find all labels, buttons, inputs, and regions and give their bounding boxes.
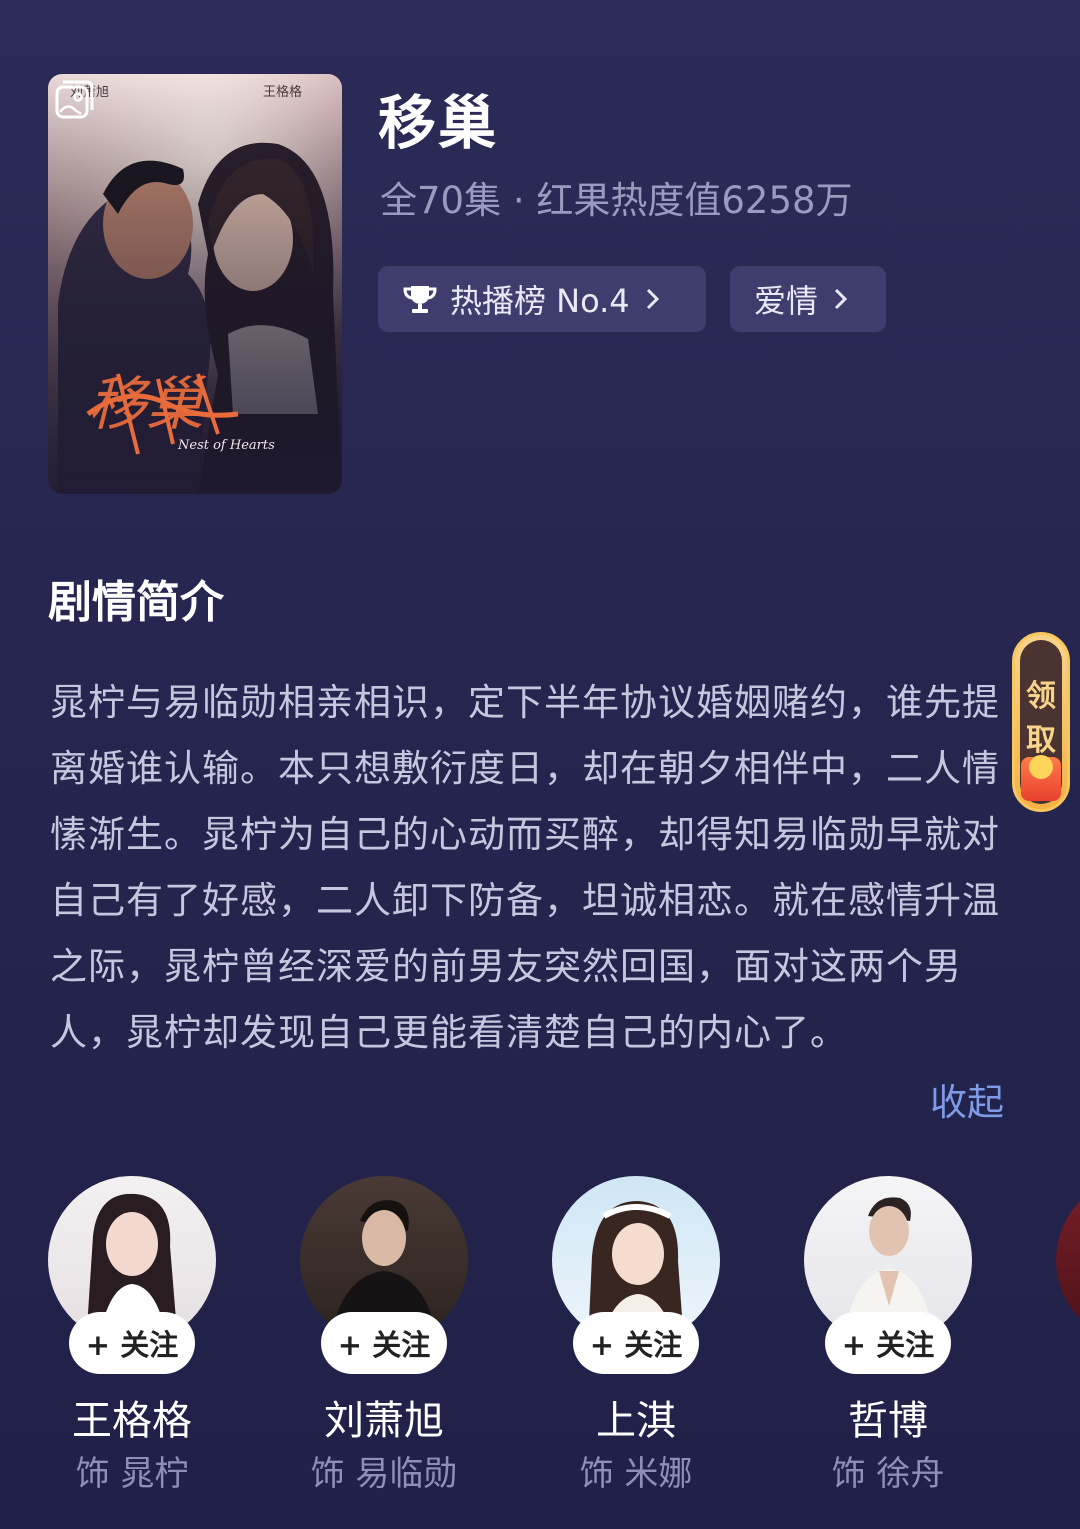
- follow-button[interactable]: + 关注: [69, 1312, 195, 1374]
- ranking-tag-label: 热播榜 No.4: [450, 282, 630, 320]
- poster-artwork: Nest of Hearts 刘萧旭 王格格 移巢: [48, 74, 342, 494]
- genre-tag[interactable]: 爱情: [730, 266, 886, 332]
- chevron-right-icon: [834, 288, 848, 310]
- trophy-icon: [403, 286, 437, 313]
- cast-role: 饰 晁柠: [75, 1454, 189, 1494]
- poster-english-title: Nest of Hearts: [177, 438, 275, 453]
- cast-role: 饰 徐舟: [831, 1454, 945, 1494]
- poster-calligraphy-title: 移巢: [88, 370, 207, 438]
- avatar[interactable]: [1056, 1176, 1080, 1344]
- drama-poster[interactable]: Nest of Hearts 刘萧旭 王格格 移巢: [48, 74, 342, 494]
- synopsis-heading: 剧情简介: [48, 577, 224, 628]
- cast-name: 上淇: [596, 1398, 676, 1444]
- cast-role: 饰 易临勋: [310, 1454, 458, 1494]
- reward-label-2: 取: [1026, 723, 1056, 758]
- gallery-icon[interactable]: [48, 74, 98, 124]
- claim-reward-widget[interactable]: 领 取: [1012, 632, 1070, 812]
- cast-member-partial[interactable]: [1056, 1176, 1080, 1344]
- drama-title: 移巢: [378, 89, 499, 157]
- cast-name: 哲博: [848, 1398, 928, 1444]
- coin-icon: [1029, 755, 1053, 779]
- poster-actor-right: 王格格: [263, 84, 302, 100]
- drama-meta-info: 全70集 · 红果热度值6258万: [380, 179, 853, 222]
- cast-role: 饰 米娜: [579, 1454, 693, 1494]
- cast-name: 刘萧旭: [324, 1398, 444, 1444]
- chevron-right-icon: [646, 288, 659, 310]
- cast-name: 王格格: [72, 1398, 192, 1444]
- genre-tag-label: 爱情: [754, 282, 819, 320]
- reward-label-1: 领: [1026, 679, 1056, 714]
- follow-button[interactable]: + 关注: [321, 1312, 447, 1374]
- synopsis-text: 晁柠与易临勋相亲相识，定下半年协议婚姻赌约，谁先提离婚谁认输。本只想敷衍度日，却…: [50, 681, 1000, 1054]
- ranking-tag[interactable]: 热播榜 No.4: [378, 266, 706, 332]
- follow-button[interactable]: + 关注: [825, 1312, 951, 1374]
- collapse-button[interactable]: 收起: [930, 1072, 1004, 1126]
- follow-button[interactable]: + 关注: [573, 1312, 699, 1374]
